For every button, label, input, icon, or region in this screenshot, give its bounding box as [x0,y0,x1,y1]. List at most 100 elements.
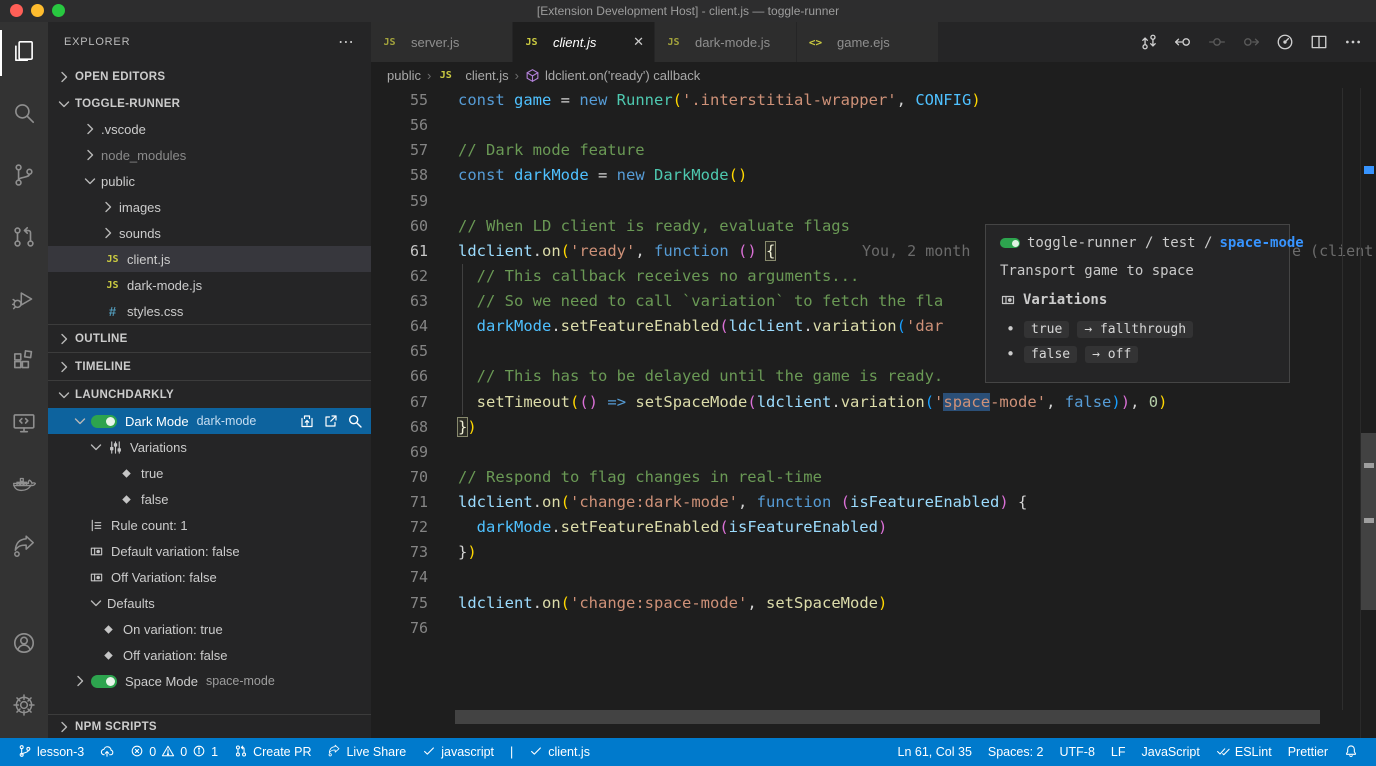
tree-item-client-js[interactable]: JSclient.js [48,246,371,272]
ld-item-off-variation-false[interactable]: Off Variation: false [48,564,371,590]
activity-run-debug[interactable] [0,270,48,332]
code-line-73[interactable]: 73}) [371,540,1376,565]
tab-game-ejs[interactable]: <>game.ejs [797,22,939,62]
flag-toggle-on-icon [91,675,117,688]
tree-item-node-modules[interactable]: node_modules [48,142,371,168]
tree-item-sounds[interactable]: sounds [48,220,371,246]
upload-icon[interactable] [299,413,315,429]
line-number: 62 [371,264,428,289]
activity-accounts[interactable] [0,614,48,676]
ld-item-false[interactable]: false [48,486,371,512]
tree-item-styles-css[interactable]: #styles.css [48,298,371,324]
tree-item-dark-mode-js[interactable]: JSdark-mode.js [48,272,371,298]
activity-remote-explorer[interactable] [0,394,48,456]
run-icon[interactable] [1276,33,1294,51]
section-launchdarkly[interactable]: LAUNCHDARKLY [48,380,371,408]
flag-key-link[interactable]: space-mode [1219,235,1303,251]
horizontal-scrollbar[interactable] [455,710,1320,724]
minimize-window-button[interactable] [31,4,44,17]
tree-item--vscode[interactable]: .vscode [48,116,371,142]
status-language-mode[interactable]: JavaScript [1134,741,1208,763]
search-icon[interactable] [347,413,363,429]
ld-item-variations[interactable]: Variations [48,434,371,460]
tree-item-label: dark-mode.js [127,278,202,293]
status-git-branch[interactable]: lesson-3 [10,741,92,763]
status-label: ESLint [1235,745,1272,759]
code-line-55[interactable]: 55const game = new Runner('.interstitial… [371,88,1376,113]
status-eol[interactable]: LF [1103,741,1134,763]
status-publish[interactable] [92,741,122,763]
tab-client-js[interactable]: JSclient.js✕ [513,22,655,62]
compare-changes-icon[interactable] [1140,33,1158,51]
ld-item-true[interactable]: true [48,460,371,486]
close-icon[interactable]: ✕ [633,34,644,50]
more-actions-icon[interactable] [1344,33,1362,51]
ld-item-dark-mode[interactable]: Dark Modedark-mode [48,408,371,434]
section-timeline[interactable]: TIMELINE [48,352,371,380]
section-toggle-runner[interactable]: TOGGLE-RUNNER [48,92,371,116]
tab-server-js[interactable]: JSserver.js [371,22,513,62]
tree-item-images[interactable]: images [48,194,371,220]
ld-item-label: Off Variation: false [111,570,217,585]
code-line-70[interactable]: 70// Respond to flag changes in real-tim… [371,465,1376,490]
section-open-editors[interactable]: OPEN EDITORS [48,62,371,92]
code-editor[interactable]: 55const game = new Runner('.interstitial… [371,88,1376,738]
code-line-76[interactable]: 76 [371,616,1376,641]
more-actions-icon[interactable]: ⋯ [338,32,355,52]
step-back-icon[interactable] [1174,33,1192,51]
ld-item-off-variation-false[interactable]: Off variation: false [48,642,371,668]
status-eslint[interactable]: ESLint [1208,741,1280,763]
activity-extensions[interactable] [0,332,48,394]
activity-docker[interactable] [0,456,48,518]
status-indentation[interactable]: Spaces: 2 [980,741,1052,763]
ld-item-default-variation-false[interactable]: Default variation: false [48,538,371,564]
activity-settings[interactable] [0,676,48,738]
flag-toggle-on-icon [91,415,117,428]
open-external-icon[interactable] [323,413,339,429]
section-npm-scripts[interactable]: NPM SCRIPTS [48,714,371,738]
code-line-69[interactable]: 69 [371,440,1376,465]
ld-item-rule-count-1[interactable]: Rule count: 1 [48,512,371,538]
tree-item-public[interactable]: public [48,168,371,194]
code-line-68[interactable]: 68}) [371,415,1376,440]
ld-item-label: Defaults [107,596,155,611]
activity-explorer[interactable] [0,22,48,84]
close-window-button[interactable] [10,4,23,17]
code-line-74[interactable]: 74 [371,565,1376,590]
status-lint-client-js[interactable]: client.js [521,741,598,763]
code-line-57[interactable]: 57// Dark mode feature [371,138,1376,163]
status-notifications[interactable] [1336,741,1366,763]
code-line-72[interactable]: 72 darkMode.setFeatureEnabled(isFeatureE… [371,515,1376,540]
activity-pull-requests[interactable] [0,208,48,270]
section-outline[interactable]: OUTLINE [48,324,371,352]
ld-item-on-variation-true[interactable]: On variation: true [48,616,371,642]
ld-item-defaults[interactable]: Defaults [48,590,371,616]
status-problems[interactable]: 001 [122,741,226,763]
status-cursor-position[interactable]: Ln 61, Col 35 [890,741,980,763]
activity-search[interactable] [0,84,48,146]
breadcrumb-item[interactable]: ldclient.on('ready') callback [525,68,700,83]
activity-source-control[interactable] [0,146,48,208]
code-line-58[interactable]: 58const darkMode = new DarkMode() [371,163,1376,188]
split-editor-icon[interactable] [1310,33,1328,51]
code-line-59[interactable]: 59 [371,189,1376,214]
code-line-75[interactable]: 75ldclient.on('change:space-mode', setSp… [371,591,1376,616]
status-prettier[interactable]: Prettier [1280,741,1336,763]
status-create-pr[interactable]: Create PR [226,741,319,763]
ld-item-space-mode[interactable]: Space Modespace-mode [48,668,371,694]
code-line-56[interactable]: 56 [371,113,1376,138]
breadcrumb-item[interactable]: JSclient.js [437,67,508,83]
status-live-share[interactable]: Live Share [319,741,414,763]
code-line-67[interactable]: 67 setTimeout(() => setSpaceMode(ldclien… [371,390,1376,415]
line-number: 57 [371,138,428,163]
activity-live-share[interactable] [0,518,48,580]
window-controls[interactable] [10,4,65,17]
status-encoding[interactable]: UTF-8 [1051,741,1102,763]
tab-dark-mode-js[interactable]: JSdark-mode.js [655,22,797,62]
breadcrumb-item[interactable]: public [387,68,421,83]
code-line-71[interactable]: 71ldclient.on('change:dark-mode', functi… [371,490,1376,515]
code-text [428,113,458,138]
overview-ruler[interactable] [1360,88,1376,738]
status-lint-javascript[interactable]: javascript [414,741,502,763]
maximize-window-button[interactable] [52,4,65,17]
